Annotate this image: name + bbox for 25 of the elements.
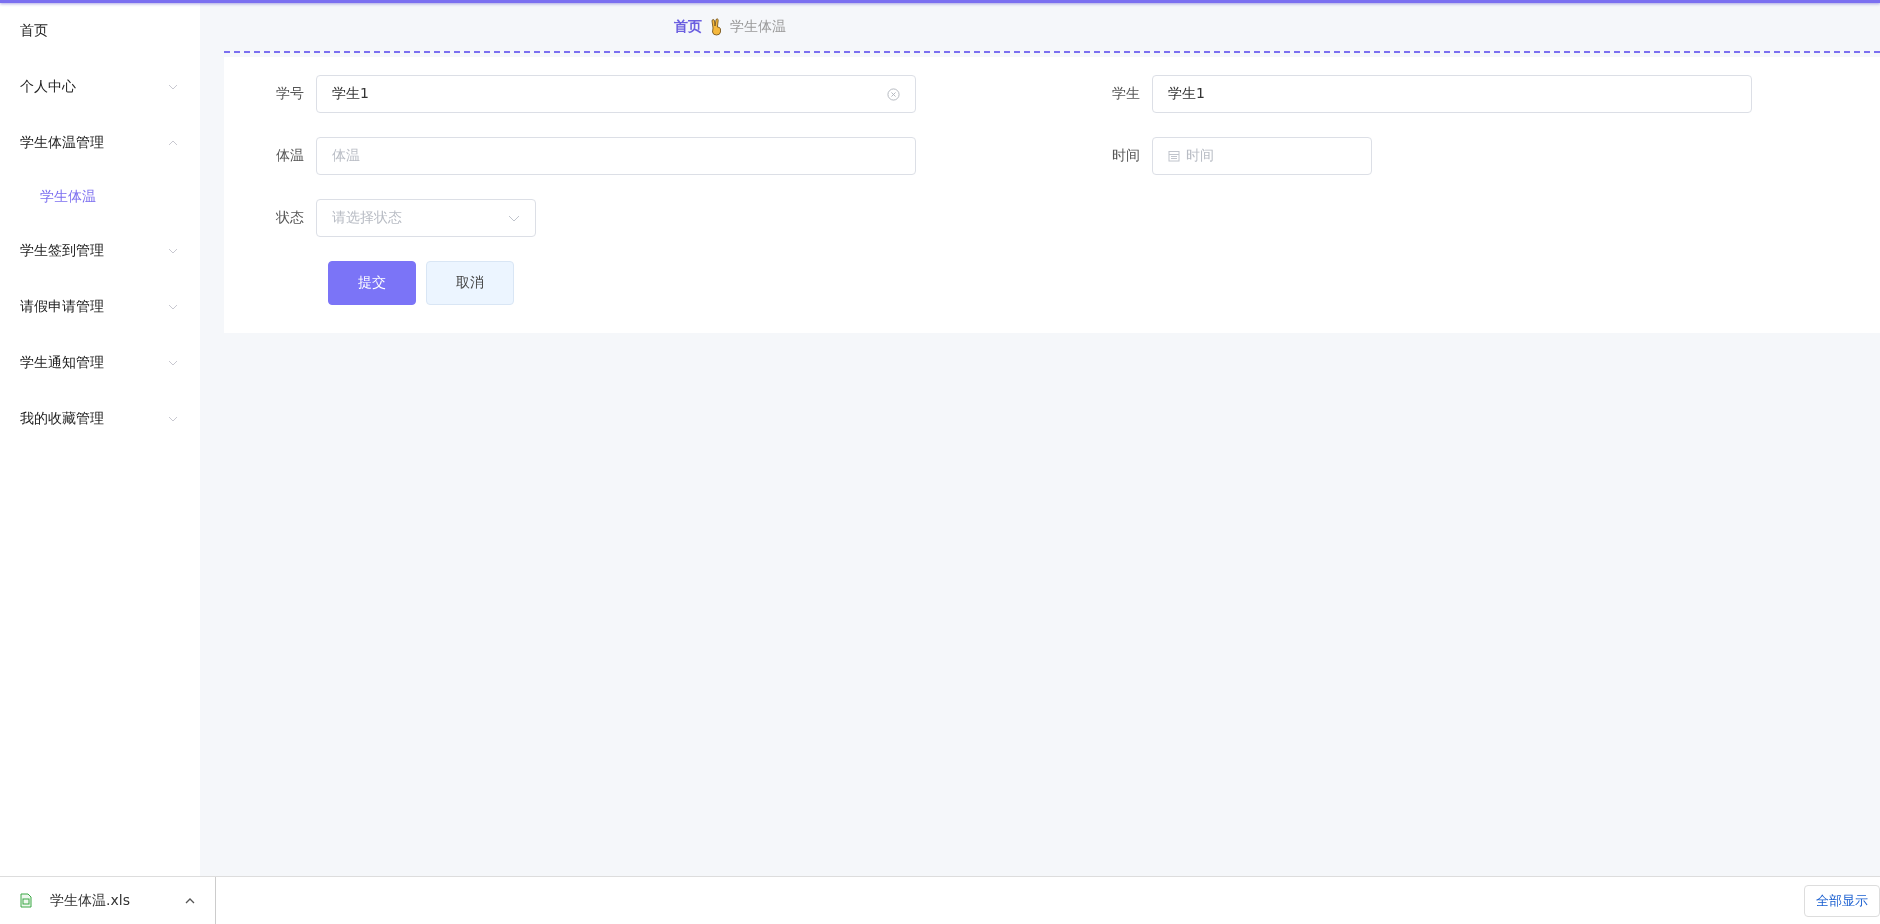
input-field[interactable]: 学生1 <box>1152 75 1752 113</box>
menu-item[interactable]: 学生签到管理 <box>0 223 200 279</box>
submit-button[interactable]: 提交 <box>328 261 416 305</box>
menu-item[interactable]: 首页 <box>0 3 200 59</box>
chevron-down-icon <box>508 214 520 222</box>
menu-item[interactable]: 学生通知管理 <box>0 335 200 391</box>
menu-item[interactable]: 请假申请管理 <box>0 279 200 335</box>
menu-item[interactable]: 学生体温管理 <box>0 115 200 171</box>
field-label: 时间 <box>1111 147 1141 165</box>
menu-item[interactable]: 我的收藏管理 <box>0 391 200 447</box>
hand-icon <box>710 18 722 36</box>
field-label: 学号 <box>275 85 305 103</box>
menu-item[interactable]: 个人中心 <box>0 59 200 115</box>
cancel-button[interactable]: 取消 <box>426 261 514 305</box>
submenu-item[interactable]: 学生体温 <box>0 171 200 223</box>
field-label: 体温 <box>275 147 305 165</box>
breadcrumb-link[interactable]: 首页 <box>674 18 702 36</box>
input-field[interactable]: 学生1 <box>316 75 916 113</box>
calendar-icon <box>1168 150 1180 162</box>
chevron-up-icon[interactable] <box>185 897 195 904</box>
show-all-button[interactable]: 全部显示 <box>1804 884 1880 917</box>
file-name[interactable]: 学生体温.xls <box>50 891 167 910</box>
field-label: 学生 <box>1111 85 1141 103</box>
spreadsheet-file-icon <box>20 893 32 908</box>
field-label: 状态 <box>275 209 305 227</box>
